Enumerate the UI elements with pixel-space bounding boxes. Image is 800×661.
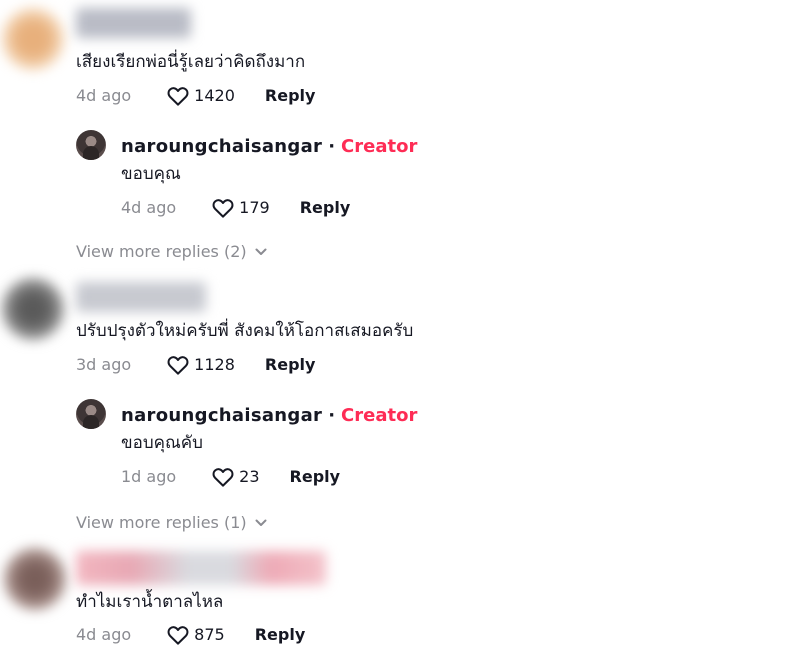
comment-text: ทำไมเราน้ำตาลไหล bbox=[76, 592, 224, 612]
like-button[interactable]: 875 bbox=[167, 625, 225, 645]
reply-button[interactable]: Reply bbox=[255, 625, 306, 645]
reply-meta: 1d ago 23 Reply bbox=[121, 467, 340, 487]
like-count: 179 bbox=[239, 198, 270, 217]
reply-time: 4d ago bbox=[121, 198, 177, 217]
like-button[interactable]: 179 bbox=[212, 198, 270, 218]
reply-button[interactable]: Reply bbox=[300, 198, 351, 218]
reply-text: ขอบคุณคับ bbox=[121, 433, 203, 453]
chevron-down-icon bbox=[255, 248, 267, 255]
comment-text: เสียงเรียกพ่อนี่รู้เลยว่าคิดถึงมาก bbox=[76, 52, 306, 72]
creator-avatar[interactable] bbox=[76, 130, 106, 160]
reply-meta: 4d ago 179 Reply bbox=[121, 198, 350, 218]
creator-username[interactable]: naroungchaisangar bbox=[121, 136, 322, 157]
separator-dot: · bbox=[328, 136, 336, 157]
commenter-username[interactable] bbox=[76, 8, 191, 38]
reply-text: ขอบคุณ bbox=[121, 164, 181, 184]
like-button[interactable]: 1420 bbox=[167, 86, 235, 106]
chevron-down-icon bbox=[255, 519, 267, 526]
commenter-avatar[interactable] bbox=[4, 548, 66, 610]
comment-text: ปรับปรุงตัวใหม่ครับพี่ สังคมให้โอกาสเสมอ… bbox=[76, 321, 414, 341]
heart-icon bbox=[167, 87, 189, 106]
commenter-avatar[interactable] bbox=[2, 8, 64, 70]
view-more-replies-button[interactable]: View more replies (2) bbox=[76, 242, 267, 261]
creator-reply-header: naroungchaisangar · Creator bbox=[121, 405, 417, 426]
heart-icon bbox=[212, 199, 234, 218]
like-button[interactable]: 1128 bbox=[167, 355, 235, 375]
comment-meta: 4d ago 875 Reply bbox=[76, 625, 305, 645]
comment-meta: 4d ago 1420 Reply bbox=[76, 86, 315, 106]
separator-dot: · bbox=[328, 405, 336, 426]
like-button[interactable]: 23 bbox=[212, 467, 260, 487]
creator-reply-header: naroungchaisangar · Creator bbox=[121, 136, 417, 157]
like-count: 1128 bbox=[194, 355, 235, 374]
view-more-label: View more replies (1) bbox=[76, 513, 247, 532]
reply-button[interactable]: Reply bbox=[265, 355, 316, 375]
comment-meta: 3d ago 1128 Reply bbox=[76, 355, 315, 375]
like-count: 23 bbox=[239, 467, 260, 486]
reply-button[interactable]: Reply bbox=[265, 86, 316, 106]
comment-time: 3d ago bbox=[76, 355, 132, 374]
view-more-label: View more replies (2) bbox=[76, 242, 247, 261]
heart-icon bbox=[167, 356, 189, 375]
commenter-username[interactable] bbox=[76, 282, 206, 312]
heart-icon bbox=[167, 626, 189, 645]
creator-username[interactable]: naroungchaisangar bbox=[121, 405, 322, 426]
view-more-replies-button[interactable]: View more replies (1) bbox=[76, 513, 267, 532]
comment-time: 4d ago bbox=[76, 625, 132, 644]
like-count: 1420 bbox=[194, 86, 235, 105]
reply-button[interactable]: Reply bbox=[290, 467, 341, 487]
commenter-username[interactable] bbox=[76, 551, 326, 585]
heart-icon bbox=[212, 468, 234, 487]
commenter-avatar[interactable] bbox=[2, 278, 64, 340]
creator-badge: Creator bbox=[341, 136, 418, 157]
comment-time: 4d ago bbox=[76, 86, 132, 105]
like-count: 875 bbox=[194, 625, 225, 644]
creator-avatar[interactable] bbox=[76, 399, 106, 429]
reply-time: 1d ago bbox=[121, 467, 177, 486]
creator-badge: Creator bbox=[341, 405, 418, 426]
